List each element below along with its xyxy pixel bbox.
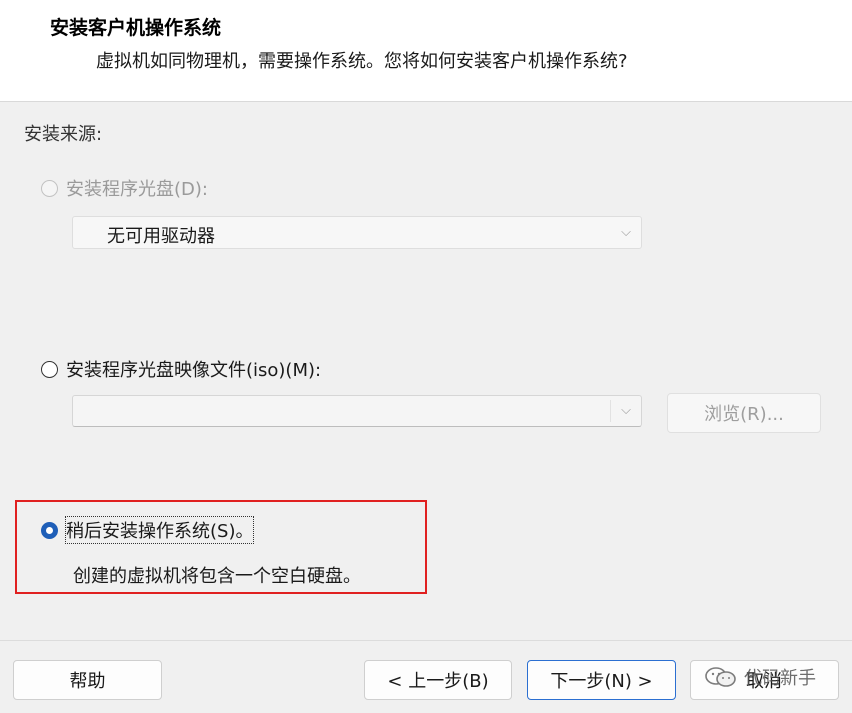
disc-drive-value: 无可用驱动器: [107, 226, 215, 247]
next-button[interactable]: 下一步(N) >: [527, 660, 676, 700]
iso-option-label: 安装程序光盘映像文件(iso)(M):: [66, 360, 322, 381]
wizard-header: 安装客户机操作系统 虚拟机如同物理机，需要操作系统。您将如何安装客户机操作系统?: [0, 0, 852, 102]
later-description: 创建的虚拟机将包含一个空白硬盘。: [73, 566, 361, 587]
wechat-icon: [705, 667, 736, 687]
iso-path-combobox[interactable]: ⌵: [72, 395, 642, 427]
back-button[interactable]: < 上一步(B): [364, 660, 512, 700]
disc-option: 安装程序光盘(D):: [41, 175, 208, 201]
iso-option[interactable]: 安装程序光盘映像文件(iso)(M):: [41, 356, 321, 382]
page-title: 安装客户机操作系统: [50, 17, 222, 39]
combobox-divider: [610, 400, 611, 422]
iso-radio[interactable]: [41, 360, 58, 378]
install-source-label: 安装来源:: [24, 124, 103, 145]
later-option-label: 稍后安装操作系统(S)。: [64, 516, 255, 544]
later-radio[interactable]: [41, 521, 58, 539]
watermark: 代码新手: [704, 664, 816, 690]
later-option[interactable]: 稍后安装操作系统(S)。: [41, 516, 255, 544]
help-button[interactable]: 帮助: [13, 660, 162, 700]
footer-divider: [0, 640, 852, 641]
disc-radio: [41, 179, 58, 197]
chevron-down-icon: ⌵: [621, 224, 631, 240]
chevron-down-icon[interactable]: ⌵: [621, 403, 631, 418]
disc-drive-select: 无可用驱动器 ⌵: [72, 216, 642, 249]
browse-button[interactable]: 浏览(R)...: [667, 393, 821, 433]
watermark-text: 代码新手: [744, 668, 816, 689]
page-subtitle: 虚拟机如同物理机，需要操作系统。您将如何安装客户机操作系统?: [96, 51, 628, 72]
disc-option-label: 安装程序光盘(D):: [66, 179, 208, 200]
